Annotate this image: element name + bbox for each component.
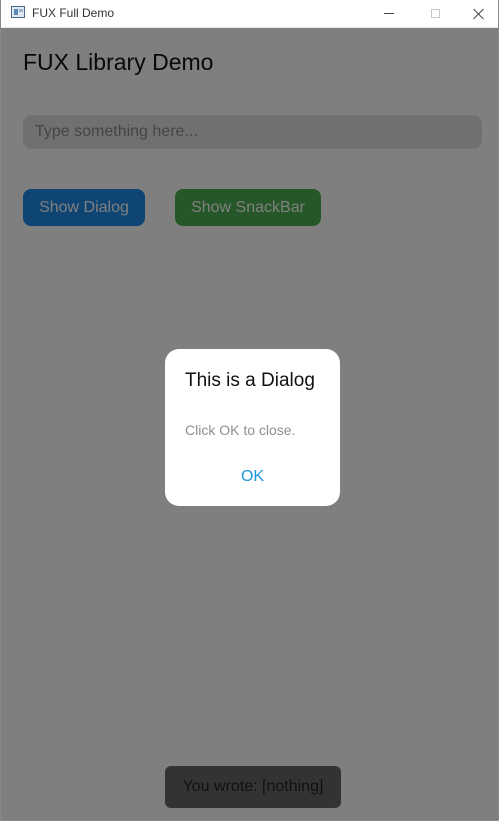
maximize-icon bbox=[430, 9, 440, 18]
app-window: FUX Full Demo FUX Library Demo Show Dial… bbox=[0, 0, 499, 821]
close-icon bbox=[473, 8, 485, 20]
maximize-button[interactable] bbox=[412, 0, 458, 27]
snackbar: You wrote: [nothing] bbox=[165, 766, 341, 808]
app-window-icon bbox=[11, 6, 25, 18]
snackbar-text: You wrote: [nothing] bbox=[182, 778, 324, 795]
title-bar[interactable]: FUX Full Demo bbox=[1, 0, 498, 28]
dialog: This is a Dialog Click OK to close. OK bbox=[165, 349, 340, 506]
close-button[interactable] bbox=[456, 0, 499, 27]
dialog-title: This is a Dialog bbox=[185, 370, 315, 391]
dialog-ok-button[interactable]: OK bbox=[225, 463, 280, 491]
minimize-icon bbox=[384, 13, 394, 14]
minimize-button[interactable] bbox=[366, 0, 412, 27]
dialog-message: Click OK to close. bbox=[185, 422, 296, 438]
window-title: FUX Full Demo bbox=[32, 6, 115, 20]
